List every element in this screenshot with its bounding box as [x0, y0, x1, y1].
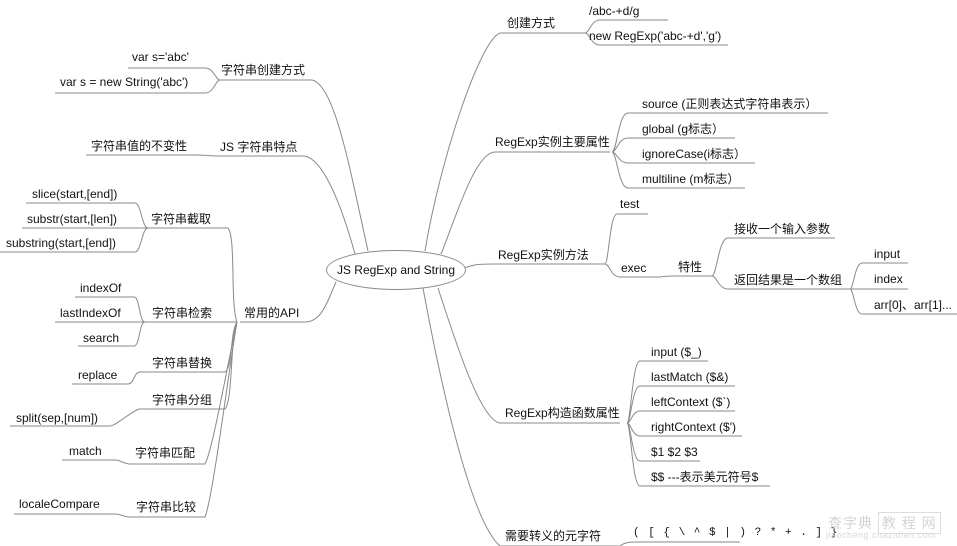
node-regexp-literal[interactable]: /abc-+d/g: [589, 4, 639, 18]
node-split-group[interactable]: 字符串分组: [152, 393, 212, 407]
connector-center-ctor-props: [437, 287, 620, 424]
node-method-test[interactable]: test: [620, 197, 639, 211]
connector-api-4-child-0: [62, 459, 131, 465]
node-prop-ignorecase[interactable]: ignoreCase(i标志）: [642, 147, 746, 161]
connector-exec-feature: [659, 275, 712, 278]
node-instance-props[interactable]: RegExp实例主要属性: [495, 135, 610, 149]
watermark-url: jiaocheng.chazidian.com: [826, 530, 937, 540]
node-ctor-leftcontext[interactable]: leftContext ($`): [651, 395, 730, 409]
connector-api-5-child-0: [14, 513, 131, 518]
node-regexp-create[interactable]: 创建方式: [507, 16, 555, 30]
node-result-arr[interactable]: arr[0]、arr[1]...: [874, 298, 952, 312]
node-string-immutable[interactable]: 字符串值的不变性: [91, 139, 187, 153]
node-string-feature[interactable]: JS 字符串特点: [220, 140, 297, 154]
node-escape-label[interactable]: 需要转义的元字符: [505, 529, 601, 543]
connector-method-test: [604, 213, 648, 265]
node-match[interactable]: match: [69, 444, 102, 458]
node-replace-group[interactable]: 字符串替换: [152, 356, 212, 370]
node-slice[interactable]: slice(start,[end]): [32, 187, 117, 201]
node-prop-source[interactable]: source (正则表达式字符串表示）: [642, 97, 817, 111]
connector-escape-value: [619, 541, 740, 546]
node-string-create-literal[interactable]: var s='abc': [132, 50, 189, 64]
node-prop-multiline[interactable]: multiline (m标志）: [642, 172, 739, 186]
node-replace[interactable]: replace: [78, 368, 117, 382]
connector-api-group-5: [130, 321, 238, 518]
center-node-label: JS RegExp and String: [336, 263, 456, 277]
watermark-text: 查字典: [828, 515, 873, 531]
node-ctor-groups[interactable]: $1 $2 $3: [651, 445, 698, 459]
node-ctor-rightcontext[interactable]: rightContext ($'): [651, 420, 736, 434]
node-lastindexof[interactable]: lastIndexOf: [60, 306, 121, 320]
node-string-create-ctor[interactable]: var s = new String('abc'): [60, 75, 188, 89]
node-split[interactable]: split(sep,[num]): [16, 411, 98, 425]
connector-center-string-create: [220, 79, 369, 252]
node-exec-feature[interactable]: 特性: [678, 260, 702, 274]
node-search[interactable]: search: [83, 331, 119, 345]
connector-center-string-feature: [220, 155, 356, 255]
connector-center-instance-props: [440, 151, 610, 255]
node-ctor-input[interactable]: input ($_): [651, 345, 702, 359]
node-substring[interactable]: substring(start,[end]): [6, 236, 116, 250]
node-localecompare[interactable]: localeCompare: [19, 497, 100, 511]
node-exec-returns-array[interactable]: 返回结果是一个数组: [734, 273, 842, 287]
node-ctor-lastmatch[interactable]: lastMatch ($&): [651, 370, 728, 384]
node-instance-methods[interactable]: RegExp实例方法: [498, 248, 589, 262]
connector-center-instance-methods: [463, 263, 605, 269]
node-string-create[interactable]: 字符串创建方式: [221, 63, 305, 77]
node-indexof[interactable]: indexOf: [80, 281, 121, 295]
node-result-index[interactable]: index: [874, 272, 903, 286]
node-match-group[interactable]: 字符串匹配: [135, 446, 195, 460]
node-regexp-ctor[interactable]: new RegExp('abc-+d','g'): [589, 29, 721, 43]
node-ctor-dollar[interactable]: $$ ---表示美元符号$: [651, 470, 758, 484]
connector-feature-param: [711, 237, 835, 277]
node-method-exec[interactable]: exec: [621, 261, 646, 275]
center-node[interactable]: JS RegExp and String: [326, 250, 466, 290]
node-escape-chars[interactable]: ( [ { \ ^ $ | ) ? * + . ] }: [633, 526, 838, 540]
node-common-api[interactable]: 常用的API: [244, 306, 299, 320]
node-prop-global[interactable]: global (g标志）: [642, 122, 724, 136]
node-ctor-props[interactable]: RegExp构造函数属性: [505, 406, 620, 420]
node-exec-one-param[interactable]: 接收一个输入参数: [734, 222, 830, 236]
connector-feature-immutable: [86, 154, 221, 157]
node-compare-group[interactable]: 字符串比较: [136, 500, 196, 514]
node-substring-group[interactable]: 字符串截取: [151, 212, 211, 226]
node-search-group[interactable]: 字符串检索: [152, 306, 212, 320]
node-result-input[interactable]: input: [874, 247, 900, 261]
node-substr[interactable]: substr(start,[len]): [27, 212, 117, 226]
